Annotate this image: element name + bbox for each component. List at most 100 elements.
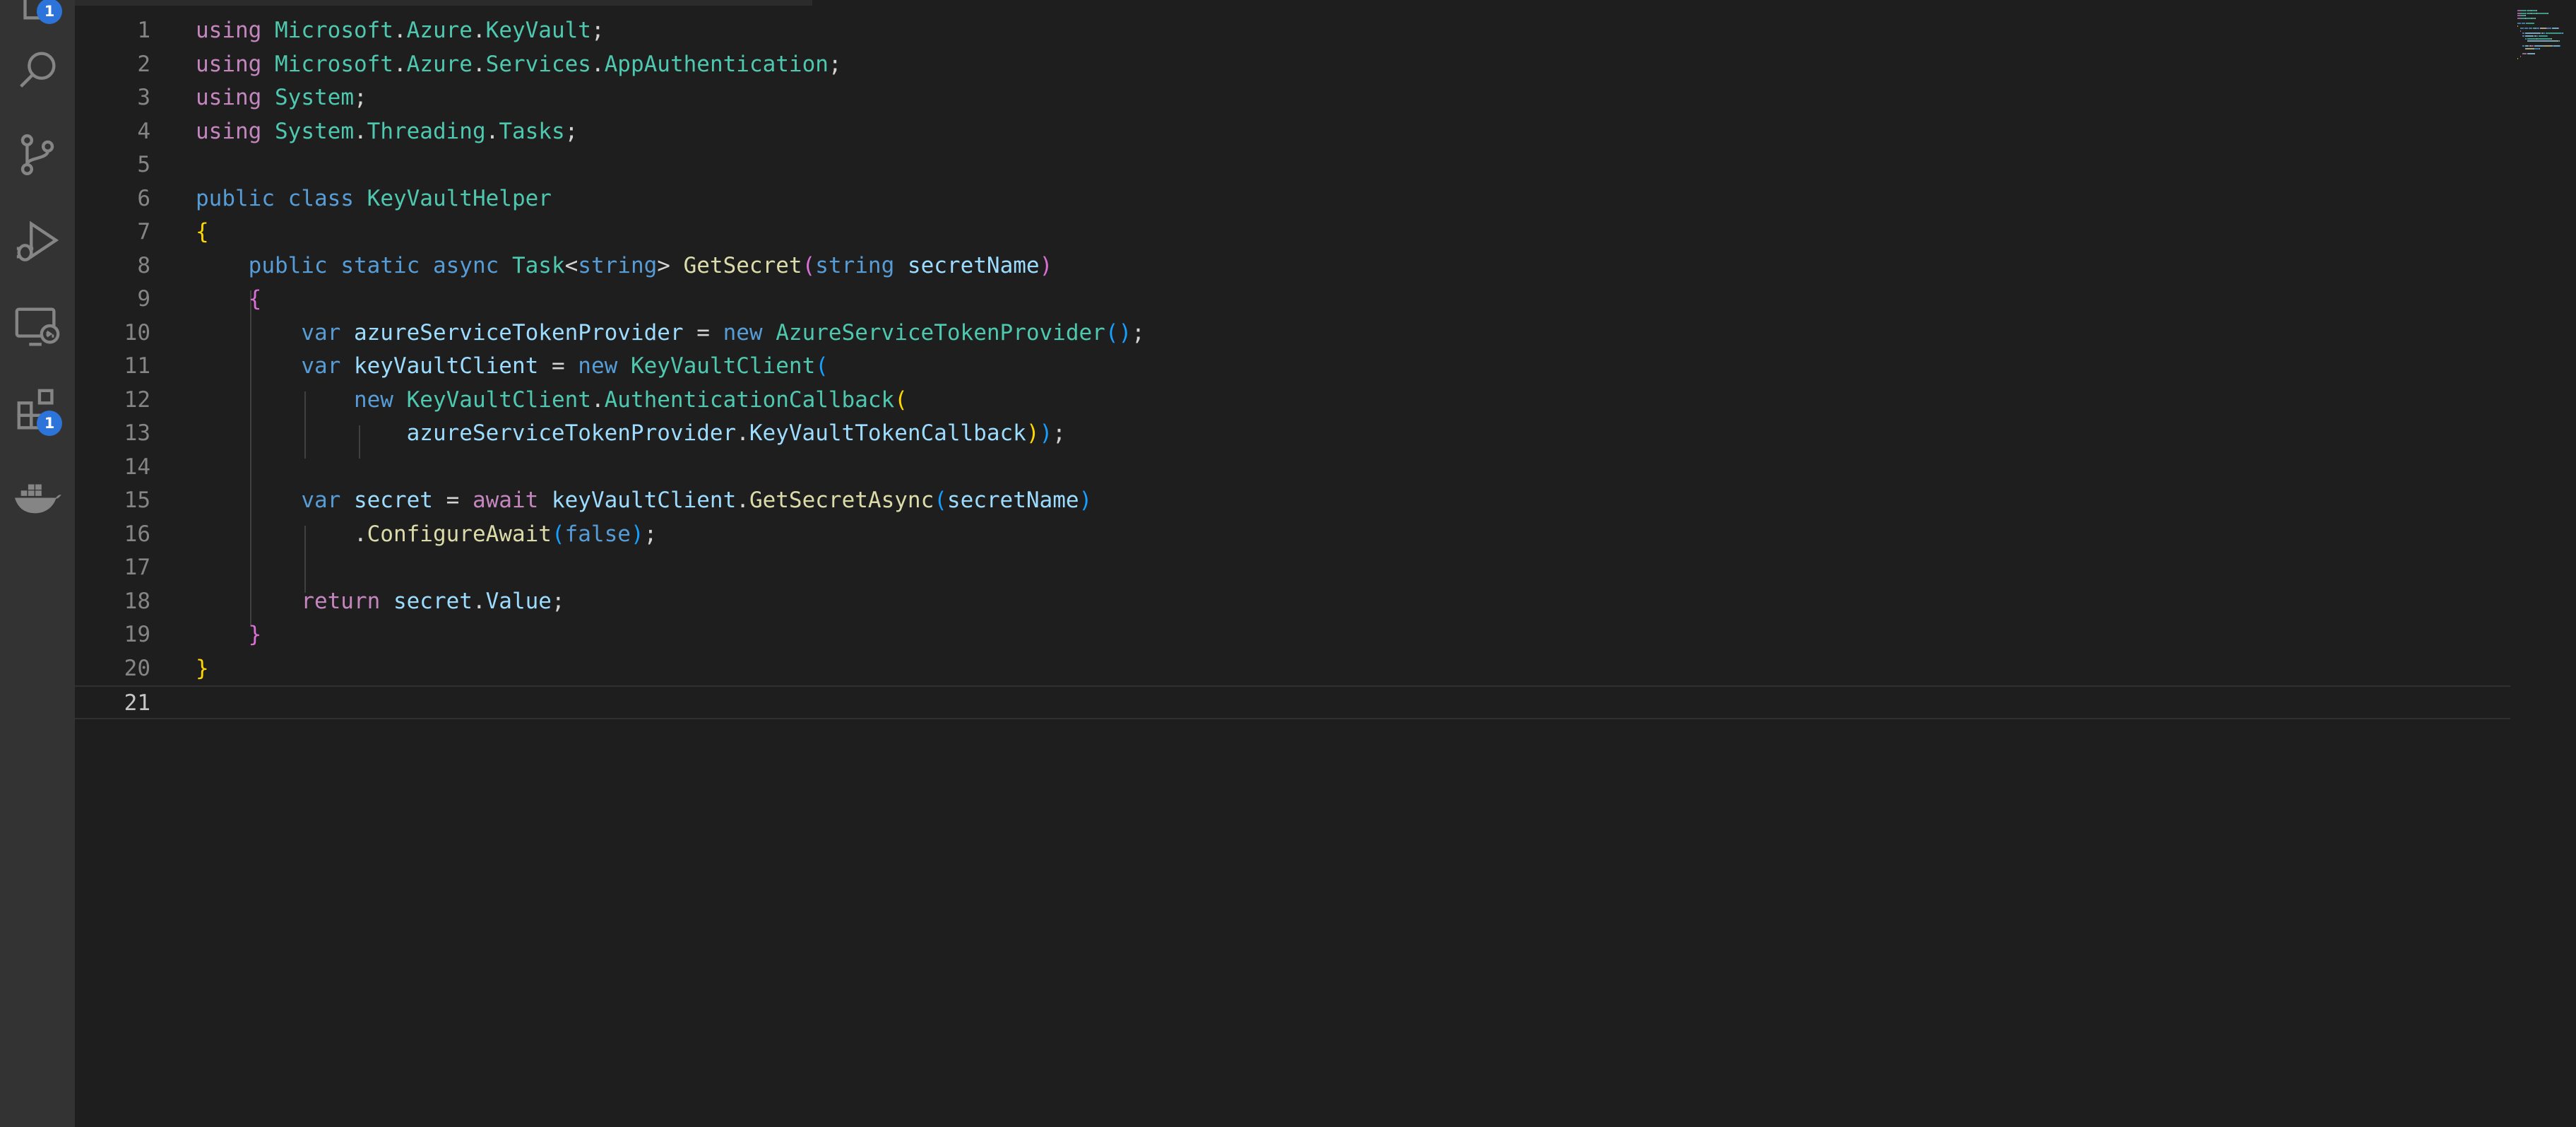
code-token: ( [802,252,816,278]
run-debug-icon [16,220,59,261]
explorer-button[interactable]: 1 [0,0,75,37]
minimap-token [2529,28,2532,30]
minimap-token [2519,28,2524,30]
minimap-token [2541,28,2547,30]
code-token: string [815,252,895,278]
minimap-token [2517,58,2518,60]
code-line[interactable]: 21 [75,685,2510,719]
line-number: 9 [137,286,150,312]
code-line[interactable]: 6 public class KeyVaultHelper [75,182,2510,216]
code-token: Azure [406,18,473,43]
code-line[interactable]: 12 new KeyVaultClient.AuthenticationCall… [75,384,2510,418]
code-token: } [248,622,262,647]
docker-button[interactable] [0,459,75,534]
tab-strip [75,0,812,6]
code-line[interactable]: 2 using Microsoft.Azure.Services.AppAuthe… [75,48,2510,82]
code-text: new KeyVaultClient.AuthenticationCallbac… [196,384,908,418]
code-line[interactable]: 17 [75,551,2510,585]
code-token: var [301,353,341,379]
code-token: var [301,319,341,346]
minimap-token [2525,23,2535,24]
source-control-button[interactable] [0,117,75,192]
line-number: 12 [124,387,150,413]
minimap-token [2536,35,2538,37]
code-token: Microsoft [275,51,393,77]
line-number: 19 [124,622,150,647]
code-token: KeyVaultClient [630,353,816,379]
line-number: 15 [124,488,150,513]
activity-bar: 1 1 [0,0,75,1127]
line-number: 7 [137,219,150,244]
code-token: = [683,319,723,346]
code-line[interactable]: 19 } [75,618,2510,652]
code-token: . [393,51,407,77]
search-button[interactable] [0,33,75,107]
code-text: using System; [196,81,367,115]
code-token: ( [934,488,947,513]
code-line[interactable]: 3 using System; [75,81,2510,115]
code-line[interactable]: 18 return secret.Value; [75,585,2510,619]
code-token: } [196,655,209,681]
source-control-icon [20,134,54,176]
minimap-token [2558,28,2559,30]
code-token: await [472,488,539,513]
code-token: azureServiceTokenProvider [406,420,737,446]
run-debug-button[interactable] [0,203,75,278]
code-line[interactable]: 11 var keyVaultClient = new KeyVaultClie… [75,350,2510,384]
minimap-token [2547,28,2551,30]
code-token: Task [511,252,565,278]
code-token: . [472,51,486,77]
code-token: KeyVaultTokenCallback [749,420,1026,446]
code-line[interactable]: 5 [75,148,2510,182]
line-number: 1 [137,18,150,43]
code-line[interactable]: 8 public static async Task<string> GetSe… [75,249,2510,283]
code-token: public [248,252,328,278]
minimap-token [2536,12,2548,14]
line-number: 6 [137,185,150,211]
code-token: . [590,51,605,77]
code-line[interactable]: 7{ [75,216,2510,249]
line-number: 16 [124,521,150,547]
code-text: return secret.Value; [196,585,564,619]
minimap-token [2522,35,2524,37]
code-line[interactable]: 20} [75,652,2510,686]
code-line[interactable]: 1 using Microsoft.Azure.KeyVault; [75,14,2510,48]
line-number: 8 [137,252,150,278]
minimap-token [2524,45,2529,47]
code-line[interactable]: 9 { [75,283,2510,317]
code-token: ) [630,521,644,547]
line-number: 18 [124,588,150,614]
code-line[interactable]: 13 azureServiceTokenProvider.KeyVaultTok… [75,417,2510,451]
minimap[interactable] [2510,0,2576,1127]
code-token: ; [564,118,578,144]
code-token: ConfigureAwait [367,521,552,547]
code-token: Azure [406,51,473,77]
minimap-token [2544,40,2558,42]
minimap-token [2524,35,2534,37]
code-line[interactable]: 16 .ConfigureAwait(false); [75,518,2510,552]
code-token: Tasks [499,118,565,144]
minimap-token [2521,10,2527,11]
code-token: AuthenticationCallback [604,387,895,413]
code-token: string [578,252,658,278]
minimap-token [2517,12,2521,14]
code-token: KeyVault [485,18,591,43]
extensions-button[interactable]: 1 [0,374,75,449]
code-token: . [472,18,486,43]
code-line[interactable]: 10 var azureServiceTokenProvider = new A… [75,317,2510,350]
code-line[interactable]: 14 [75,451,2510,485]
minimap-token [2539,48,2540,49]
code-editor[interactable]: 1 using Microsoft.Azure.KeyVault; 2 using M… [75,6,2510,1127]
code-line[interactable]: 15 var secret = await keyVaultClient.Get… [75,484,2510,518]
code-line[interactable]: 4 using System.Threading.Tasks; [75,115,2510,149]
remote-explorer-button[interactable] [0,288,75,363]
code-token: AppAuthentication [604,51,829,77]
minimap-token [2524,33,2541,35]
